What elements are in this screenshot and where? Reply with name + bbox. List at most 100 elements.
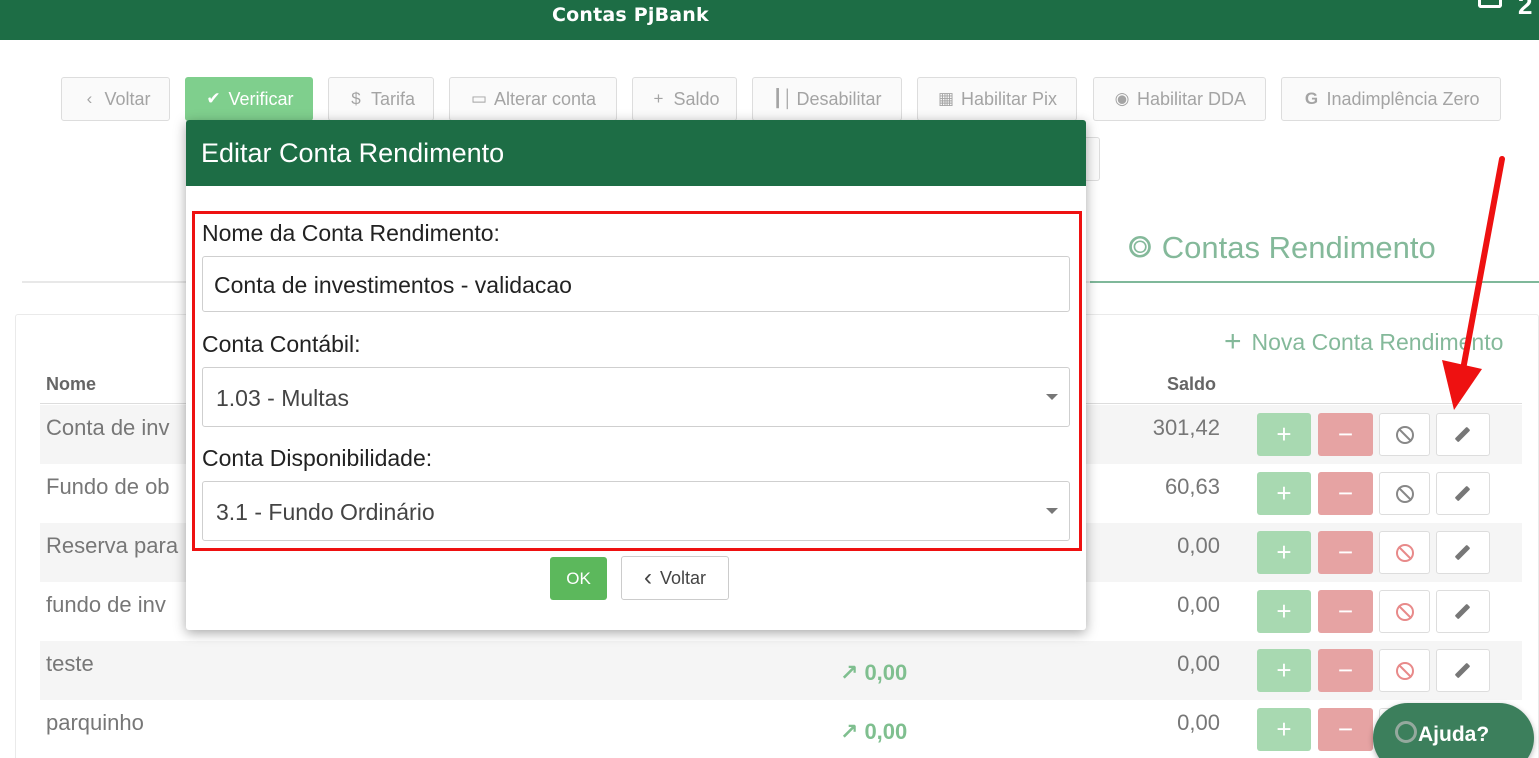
add-button[interactable]: + xyxy=(1257,413,1311,456)
fullscreen-icon[interactable] xyxy=(1478,0,1502,8)
contabil-select[interactable]: 1.03 - Multas xyxy=(202,367,1070,427)
section-title: ⭗ Contas Rendimento xyxy=(1128,230,1436,266)
ban-icon xyxy=(1395,602,1414,621)
header-corner-text: 2 xyxy=(1518,0,1533,20)
row-rendimento: ↗ 0,00 xyxy=(840,719,907,745)
chevron-left-icon: ‹ xyxy=(643,564,652,591)
subtract-button[interactable]: − xyxy=(1318,531,1373,574)
modal-voltar-button[interactable]: ‹ Voltar xyxy=(621,556,729,600)
nome-label: Nome da Conta Rendimento: xyxy=(202,220,500,246)
row-saldo: 0,00 xyxy=(1177,710,1220,735)
row-nome: Conta de inv xyxy=(46,415,170,440)
add-button[interactable]: + xyxy=(1257,531,1311,574)
habilitar-pix-label: Habilitar Pix xyxy=(960,88,1058,109)
ban-icon xyxy=(1395,661,1414,680)
habilitar-dda-label: Habilitar DDA xyxy=(1136,88,1247,109)
money-icon: ⭗ xyxy=(1128,231,1152,264)
barcode-icon: ┃│ xyxy=(772,89,794,108)
annotation-arrow xyxy=(1442,156,1505,410)
trend-up-icon: ↗ xyxy=(840,719,859,744)
section-title-text: Contas Rendimento xyxy=(1161,230,1436,265)
voltar-label: Voltar xyxy=(104,88,151,109)
trend-up-icon: ↗ xyxy=(840,660,859,685)
subtract-button[interactable]: − xyxy=(1318,708,1373,751)
edit-button[interactable] xyxy=(1436,590,1490,633)
annotation-arrow-head xyxy=(1442,360,1482,410)
edit-button[interactable] xyxy=(1436,472,1490,515)
add-button[interactable]: + xyxy=(1257,590,1311,633)
edit-button[interactable] xyxy=(1436,413,1490,456)
row-saldo: 60,63 xyxy=(1164,474,1220,499)
ban-icon xyxy=(1395,543,1414,562)
row-nome: teste xyxy=(46,651,94,676)
help-button[interactable]: Ajuda? xyxy=(1373,703,1534,758)
disponibilidade-label: Conta Disponibilidade: xyxy=(202,445,433,471)
plus-icon: + xyxy=(653,89,664,108)
row-saldo: 301,42 xyxy=(1152,415,1220,440)
verificar-button[interactable]: ✔ Verificar xyxy=(185,77,313,121)
check-icon: ✔ xyxy=(206,89,221,108)
row-saldo: 0,00 xyxy=(1177,533,1220,558)
pencil-icon xyxy=(1455,486,1471,502)
chevron-left-icon: ‹ xyxy=(86,89,93,108)
toggle-icon: ◉ xyxy=(1114,89,1130,108)
modal-title: Editar Conta Rendimento xyxy=(186,120,1086,186)
subtract-button[interactable]: − xyxy=(1318,472,1373,515)
alterar-conta-button[interactable]: ▭ Alterar conta xyxy=(449,77,617,121)
tarifa-label: Tarifa xyxy=(370,88,415,109)
dollar-icon: $ xyxy=(351,89,361,108)
annotation-arrow-shaft xyxy=(1459,156,1505,378)
table-row: teste ↗ 0,00 0,00 + − xyxy=(40,641,1522,700)
tarifa-button[interactable]: $ Tarifa xyxy=(328,77,434,121)
pencil-icon xyxy=(1455,604,1471,620)
pencil-icon xyxy=(1455,545,1471,561)
ban-icon xyxy=(1395,484,1414,503)
subtract-button[interactable]: − xyxy=(1318,649,1373,692)
ban-icon xyxy=(1395,721,1417,743)
page-title: Contas PjBank xyxy=(552,4,709,26)
disable-button[interactable] xyxy=(1379,472,1430,515)
disponibilidade-select[interactable]: 3.1 - Fundo Ordinário xyxy=(202,481,1070,541)
plus-icon: + xyxy=(1224,325,1242,358)
disponibilidade-value: 3.1 - Fundo Ordinário xyxy=(216,499,435,525)
inadimplencia-zero-button[interactable]: G Inadimplência Zero xyxy=(1281,77,1501,121)
add-button[interactable]: + xyxy=(1257,649,1311,692)
verificar-label: Verificar xyxy=(228,88,294,109)
saldo-button[interactable]: + Saldo xyxy=(632,77,737,121)
edit-button[interactable] xyxy=(1436,649,1490,692)
habilitar-dda-button[interactable]: ◉ Habilitar DDA xyxy=(1093,77,1266,121)
subtract-button[interactable]: − xyxy=(1318,413,1373,456)
row-nome: fundo de inv xyxy=(46,592,166,617)
subtract-button[interactable]: − xyxy=(1318,590,1373,633)
ban-icon xyxy=(1395,425,1414,444)
table-row: parquinho ↗ 0,00 0,00 + − xyxy=(40,700,1522,758)
contabil-label: Conta Contábil: xyxy=(202,331,361,357)
row-saldo: 0,00 xyxy=(1177,592,1220,617)
habilitar-pix-button[interactable]: ▦ Habilitar Pix xyxy=(917,77,1077,121)
edit-button[interactable] xyxy=(1436,531,1490,574)
alterar-conta-label: Alterar conta xyxy=(493,88,597,109)
caret-down-icon xyxy=(1046,394,1058,400)
ok-button[interactable]: OK xyxy=(550,557,607,600)
add-button[interactable]: + xyxy=(1257,472,1311,515)
nome-input[interactable]: Conta de investimentos - validacao xyxy=(202,256,1070,312)
modal-voltar-label: Voltar xyxy=(659,567,707,588)
pencil-icon xyxy=(1455,663,1471,679)
pencil-icon xyxy=(1455,427,1471,443)
row-saldo: 0,00 xyxy=(1177,651,1220,676)
credit-card-icon: ▭ xyxy=(470,89,487,108)
voltar-button[interactable]: ‹ Voltar xyxy=(61,77,170,121)
toolbar-overflow-button[interactable] xyxy=(1086,137,1100,181)
row-rendimento: ↗ 0,00 xyxy=(840,660,907,686)
disable-button[interactable] xyxy=(1379,590,1430,633)
col-saldo: Saldo xyxy=(1167,374,1217,394)
col-nome: Nome xyxy=(46,374,97,394)
top-bar: Contas PjBank 2 xyxy=(0,0,1539,40)
disable-button[interactable] xyxy=(1379,649,1430,692)
row-nome: Reserva para xyxy=(46,533,179,558)
disable-button[interactable] xyxy=(1379,413,1430,456)
disable-button[interactable] xyxy=(1379,531,1430,574)
desabilitar-button[interactable]: ┃│ Desabilitar xyxy=(752,77,902,121)
contabil-value: 1.03 - Multas xyxy=(216,385,349,411)
add-button[interactable]: + xyxy=(1257,708,1311,751)
